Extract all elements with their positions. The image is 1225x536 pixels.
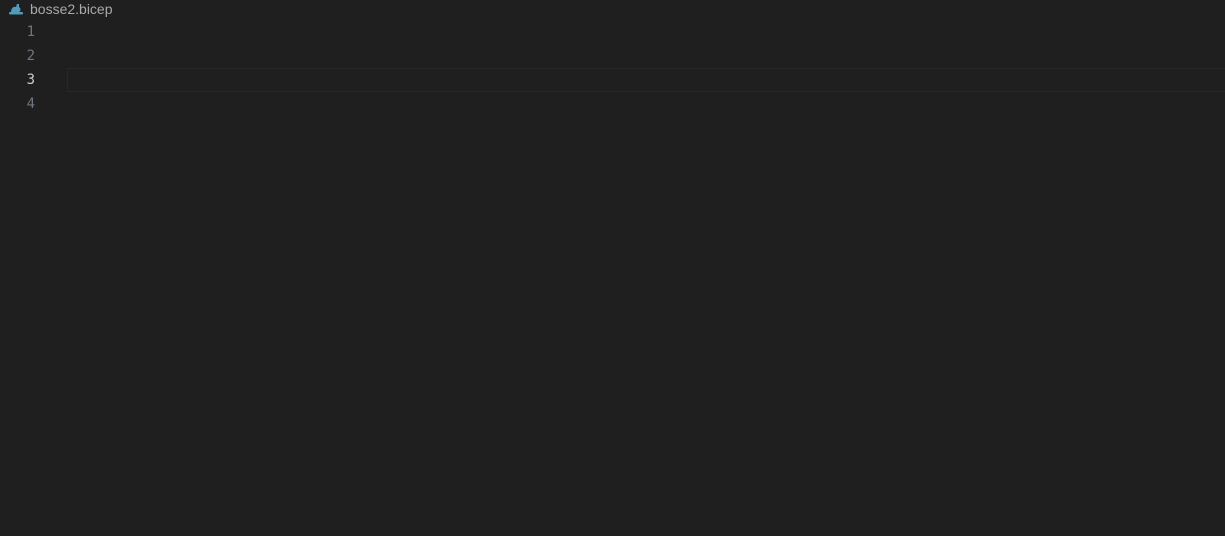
code-line[interactable]: [67, 44, 1225, 68]
code-line[interactable]: [67, 92, 1225, 116]
line-number-gutter: 1 2 3 4: [0, 20, 44, 116]
line-number: 4: [26, 96, 35, 112]
line-number-active: 3: [26, 72, 35, 88]
code-text-area[interactable]: [67, 20, 1225, 116]
code-editor[interactable]: bosse2.bicep 1 2 3 4: [0, 0, 1225, 536]
line-number: 1: [26, 24, 35, 40]
line-number: 2: [26, 48, 35, 64]
bicep-file-icon: [8, 1, 24, 17]
breadcrumb: bosse2.bicep: [0, 0, 113, 18]
breadcrumb-file-name[interactable]: bosse2.bicep: [30, 1, 113, 17]
current-line-highlight[interactable]: [67, 68, 1225, 92]
code-line[interactable]: [67, 20, 1225, 44]
